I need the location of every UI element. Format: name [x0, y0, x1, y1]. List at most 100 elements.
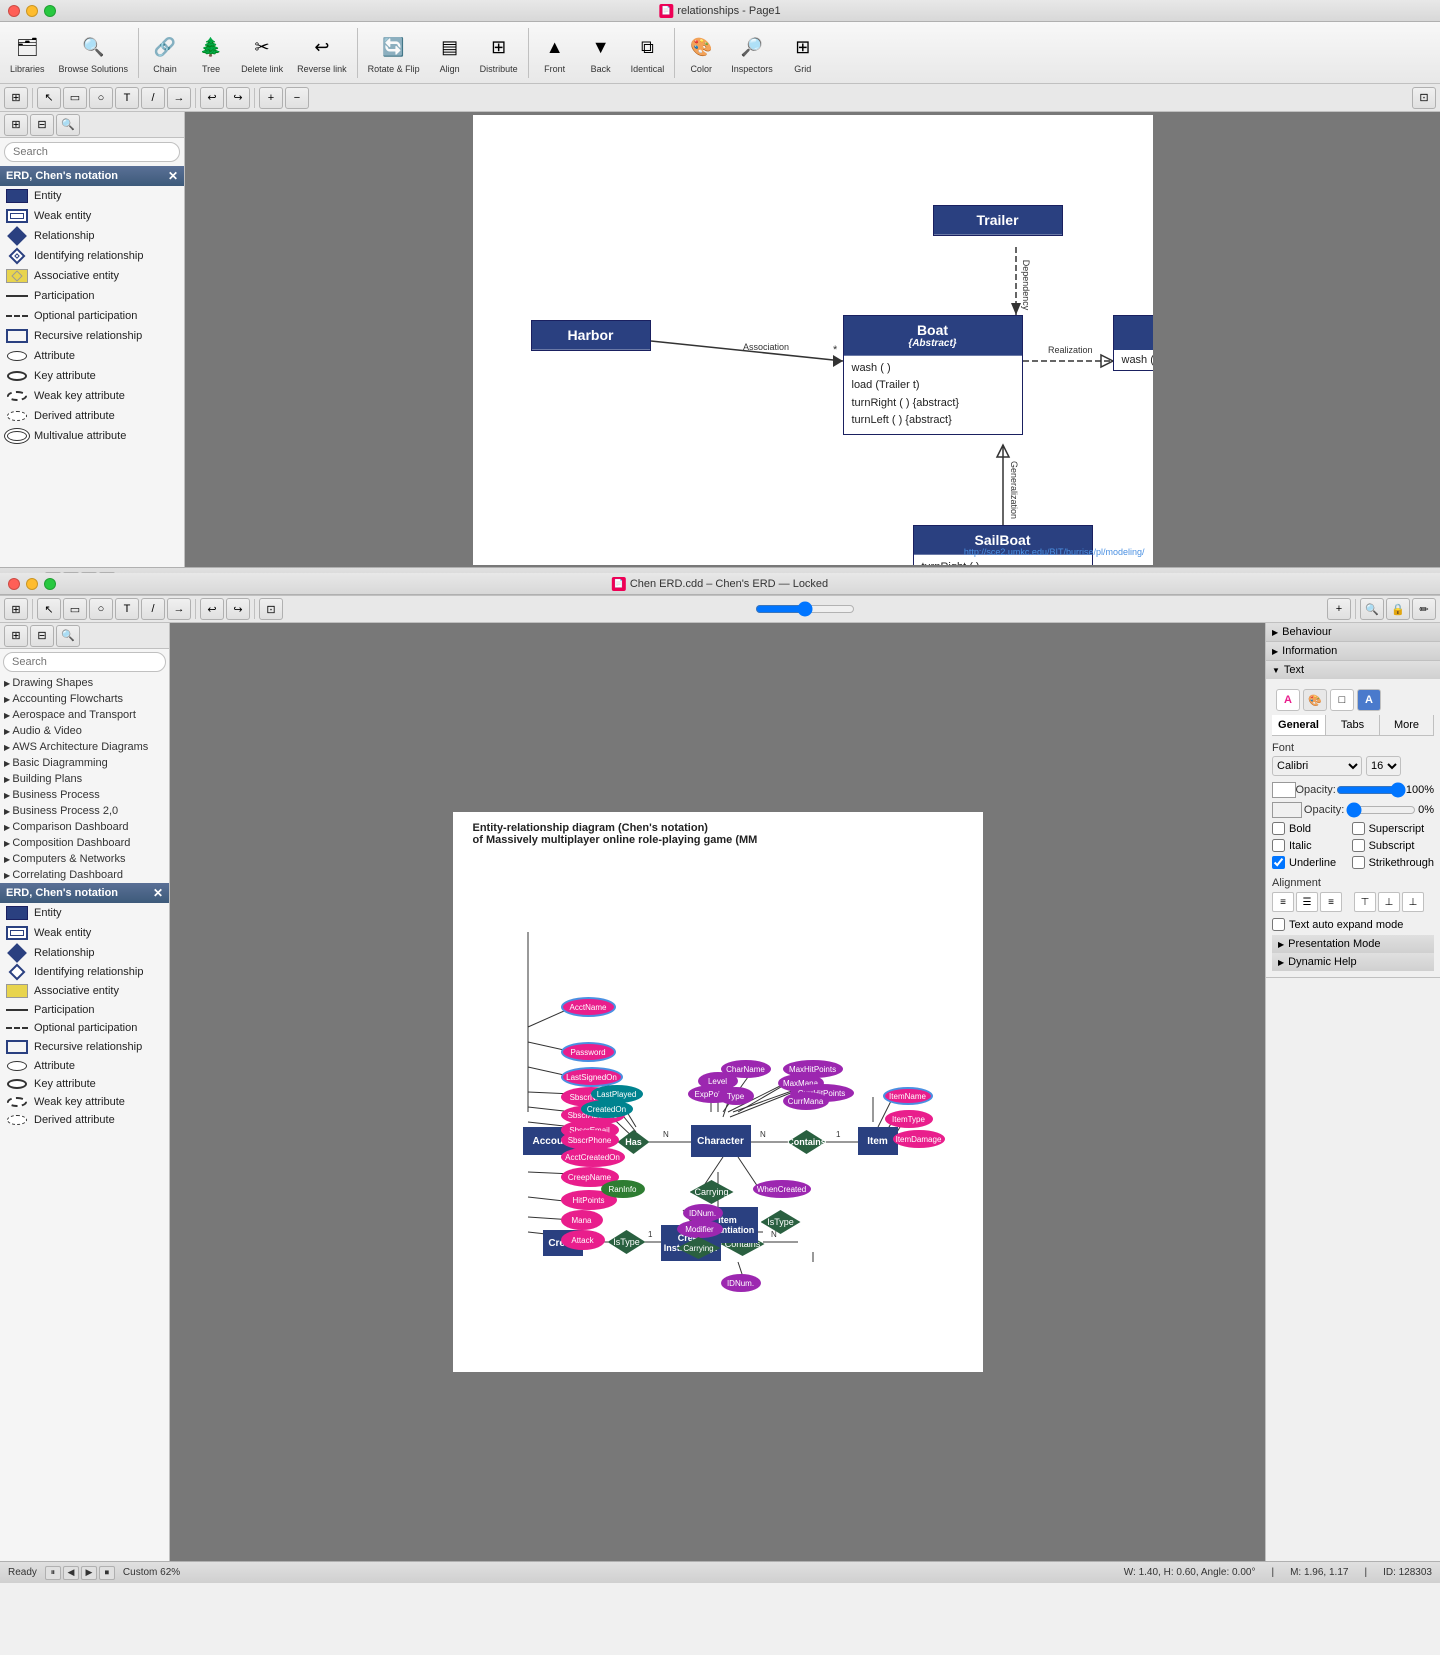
delete-link-button[interactable]: ✂ Delete link — [235, 28, 289, 78]
sidebar-item-attribute-2[interactable]: Attribute — [0, 1057, 169, 1075]
cat-accounting[interactable]: Accounting Flowcharts — [0, 691, 169, 707]
sidebar-item-key-attr-2[interactable]: Key attribute — [0, 1075, 169, 1093]
search-btn-2[interactable]: 🔍 — [1360, 598, 1384, 620]
sidebar-panel-btn-2[interactable]: ⊞ — [4, 625, 28, 647]
reverse-link-button[interactable]: ↩ Reverse link — [291, 28, 353, 78]
strikethrough-checkbox[interactable] — [1352, 856, 1365, 869]
sidebar-item-multivalue-attr[interactable]: Multivalue attribute — [0, 426, 184, 446]
cat-correlating[interactable]: Correlating Dashboard — [0, 867, 169, 883]
opacity1-slider[interactable] — [1336, 782, 1406, 798]
sidebar-item-derived-attr-2[interactable]: Derived attribute — [0, 1111, 169, 1129]
close-section-icon[interactable]: ✕ — [168, 169, 178, 183]
erd-section-header[interactable]: ERD, Chen's notation ✕ — [0, 166, 184, 186]
close-section-icon-2[interactable]: ✕ — [153, 886, 163, 900]
currmana-ellipse[interactable]: CurrMana — [783, 1092, 829, 1110]
font-size-select[interactable]: 16 — [1366, 756, 1401, 776]
underline-checkbox[interactable] — [1272, 856, 1285, 869]
line-tool[interactable]: / — [141, 87, 165, 109]
text-auto-expand-checkbox[interactable] — [1272, 918, 1285, 931]
sidebar-item-associative-2[interactable]: Associative entity — [0, 981, 169, 1001]
cat-business-process[interactable]: Business Process — [0, 787, 169, 803]
sidebar-panel-btn[interactable]: ⊞ — [4, 114, 28, 136]
prev-btn-2[interactable]: ◀ — [63, 1566, 79, 1580]
sidebar-item-relationship-2[interactable]: Relationship — [0, 943, 169, 963]
zoom-in-btn[interactable]: + — [259, 87, 283, 109]
align-middle-btn[interactable]: ⊥ — [1378, 892, 1400, 912]
sidebar-item-relationship[interactable]: Relationship — [0, 226, 184, 246]
erd-section-header-2[interactable]: ERD, Chen's notation ✕ — [0, 883, 169, 903]
italic-checkbox[interactable] — [1272, 839, 1285, 852]
dynamic-help-header[interactable]: ▶ Dynamic Help — [1272, 953, 1434, 971]
align-bottom-btn[interactable]: ⊥ — [1402, 892, 1424, 912]
sidebar-item-recursive-rel[interactable]: Recursive relationship — [0, 326, 184, 346]
zoom-fit-btn-2[interactable]: ⊡ — [259, 598, 283, 620]
cat-aws[interactable]: AWS Architecture Diagrams — [0, 739, 169, 755]
pointer-tool-2[interactable]: ↖ — [37, 598, 61, 620]
redo-btn[interactable]: ↪ — [226, 87, 250, 109]
close-button-1[interactable] — [8, 5, 20, 17]
idnum2-ellipse[interactable]: IDNum. — [721, 1274, 761, 1292]
tab-more[interactable]: More — [1380, 715, 1434, 735]
whencreated-ellipse[interactable]: WhenCreated — [753, 1180, 811, 1198]
maximize-button-2[interactable] — [44, 578, 56, 590]
sidebar-item-identifying-rel[interactable]: Identifying relationship — [0, 246, 184, 266]
front-button[interactable]: ▲ Front — [533, 28, 577, 78]
maximize-button-1[interactable] — [44, 5, 56, 17]
sidebar-grid-btn-2[interactable]: ⊟ — [30, 625, 54, 647]
cat-composition[interactable]: Composition Dashboard — [0, 835, 169, 851]
information-header[interactable]: ▶ Information — [1266, 642, 1440, 660]
color-button[interactable]: 🎨 Color — [679, 28, 723, 78]
align-top-btn[interactable]: ⊤ — [1354, 892, 1376, 912]
createdon-ellipse[interactable]: CreatedOn — [581, 1100, 633, 1118]
password-ellipse[interactable]: Password — [561, 1042, 616, 1062]
next-btn-2[interactable]: ▶ — [81, 1566, 97, 1580]
bold-format-btn[interactable]: A — [1357, 689, 1381, 711]
text-tool-2[interactable]: T — [115, 598, 139, 620]
sidebar-item-weak-entity[interactable]: Weak entity — [0, 206, 184, 226]
canvas-area-1[interactable]: Dependency Association * Realization — [185, 112, 1440, 567]
itemname-ellipse[interactable]: ItemName — [883, 1087, 933, 1105]
rectangle-tool[interactable]: ▭ — [63, 87, 87, 109]
identical-button[interactable]: ⧉ Identical — [625, 28, 671, 78]
canvas-paper-1[interactable]: Dependency Association * Realization — [473, 115, 1153, 565]
undo-btn[interactable]: ↩ — [200, 87, 224, 109]
arrow-tool-2[interactable]: → — [167, 598, 191, 620]
lock-btn-2[interactable]: 🔒 — [1386, 598, 1410, 620]
sidebar-search-btn[interactable]: 🔍 — [56, 114, 80, 136]
type-ellipse[interactable]: Type — [718, 1087, 754, 1105]
pointer-tool[interactable]: ↖ — [37, 87, 61, 109]
text-color-box[interactable] — [1272, 782, 1296, 798]
pause-btn-2[interactable]: ⏸ — [45, 1566, 61, 1580]
sidebar-grid-btn[interactable]: ⊟ — [30, 114, 54, 136]
text-header[interactable]: ▼ Text — [1266, 661, 1440, 679]
distribute-button[interactable]: ⊞ Distribute — [474, 28, 524, 78]
bold-checkbox[interactable] — [1272, 822, 1285, 835]
raninfo-ellipse[interactable]: RanInfo — [601, 1180, 645, 1198]
zoom-slider-2[interactable] — [755, 601, 855, 617]
text-color-btn[interactable]: A — [1276, 689, 1300, 711]
sidebar-item-entity-2[interactable]: Entity — [0, 903, 169, 923]
minimize-button-1[interactable] — [26, 5, 38, 17]
stop-btn-2[interactable]: ⏹ — [99, 1566, 115, 1580]
fit-btn[interactable]: ⊡ — [1412, 87, 1436, 109]
panel-toggle-btn[interactable]: ⊞ — [4, 87, 28, 109]
minimize-button-2[interactable] — [26, 578, 38, 590]
sidebar-item-participation[interactable]: Participation — [0, 286, 184, 306]
rotate-flip-button[interactable]: 🔄 Rotate & Flip — [362, 28, 426, 78]
grid-button[interactable]: ⊞ Grid — [781, 28, 825, 78]
mana-ellipse[interactable]: Mana — [561, 1210, 603, 1230]
washable-box[interactable]: <<interface>> Washable wash ( ) — [1113, 315, 1153, 371]
sidebar-item-recursive-rel-2[interactable]: Recursive relationship — [0, 1037, 169, 1057]
tab-general[interactable]: General — [1272, 715, 1326, 735]
canvas-link[interactable]: http://sce2.umkc.edu/BIT/burrise/pl/mode… — [964, 547, 1145, 557]
circle-tool-2[interactable]: ○ — [89, 598, 113, 620]
sidebar-item-optional-participation[interactable]: Optional participation — [0, 306, 184, 326]
sidebar-item-associative-entity[interactable]: Associative entity — [0, 266, 184, 286]
zoom-out-btn[interactable]: − — [285, 87, 309, 109]
inspectors-button[interactable]: 🔎 Inspectors — [725, 28, 779, 78]
sidebar-item-weak-key-attr-2[interactable]: Weak key attribute — [0, 1093, 169, 1111]
back-button[interactable]: ▼ Back — [579, 28, 623, 78]
redo-btn-2[interactable]: ↪ — [226, 598, 250, 620]
sidebar-item-optional-part-2[interactable]: Optional participation — [0, 1019, 169, 1037]
bg-color-box[interactable] — [1272, 802, 1302, 818]
